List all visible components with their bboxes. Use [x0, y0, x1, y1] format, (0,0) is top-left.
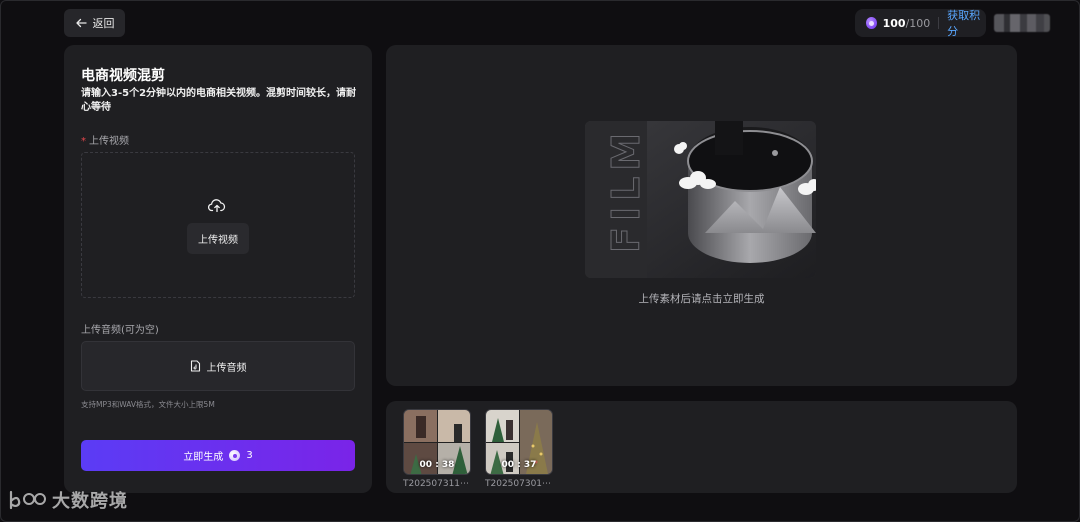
required-mark: *: [81, 136, 86, 147]
video-thumbnail: 00 : 38: [403, 409, 471, 475]
generate-label: 立即生成: [183, 452, 224, 463]
preview-hint: 上传素材后请点击立即生成: [638, 293, 765, 305]
page-title: 电商视频混剪: [81, 68, 165, 84]
video-thumbnail: 00 : 37: [485, 409, 553, 475]
audio-label: 上传音频(可为空): [81, 325, 159, 336]
arrow-left-icon: [75, 18, 87, 28]
video-duration: 00 : 37: [501, 460, 537, 470]
video-label-text: 上传视频: [89, 136, 129, 147]
film-placeholder-image: FILM: [585, 121, 816, 278]
film-art-text: FILM: [604, 127, 648, 253]
history-item[interactable]: 00 : 37 T202507301⋯: [485, 409, 553, 489]
video-dropzone[interactable]: 上传视频: [81, 152, 355, 298]
upload-audio-button[interactable]: 上传音频: [81, 341, 355, 391]
video-label: * 上传视频: [81, 132, 129, 147]
cloud-upload-icon: [208, 199, 226, 212]
back-label: 返回: [92, 17, 115, 30]
history-panel: 00 : 38 T202507311⋯ 00 : 37 T202507301⋯: [386, 401, 1017, 493]
coin-icon: [866, 17, 877, 29]
watermark-text: 大数跨境: [52, 491, 128, 512]
page-description: 请输入3-5个2分钟以内的电商相关视频。混剪时间较长，请耐心等待: [81, 88, 357, 113]
back-button[interactable]: 返回: [64, 9, 125, 37]
audio-format-hint: 支持MP3和WAV格式，文件大小上限5M: [81, 400, 215, 409]
divider: [938, 17, 940, 29]
form-panel: 电商视频混剪 请输入3-5个2分钟以内的电商相关视频。混剪时间较长，请耐心等待 …: [64, 45, 372, 493]
credit-icon: [229, 450, 241, 461]
user-avatar-blurred[interactable]: [994, 14, 1050, 32]
history-item[interactable]: 00 : 38 T202507311⋯: [403, 409, 471, 489]
video-duration: 00 : 38: [419, 460, 455, 470]
get-points-link[interactable]: 获取积分: [947, 7, 986, 39]
watermark: 大数跨境: [8, 487, 128, 513]
generate-cost: 3: [246, 450, 253, 461]
points-max: /100: [905, 16, 931, 30]
video-name: T202507301⋯: [485, 479, 552, 489]
upload-audio-label: 上传音频: [206, 362, 247, 374]
upload-video-button[interactable]: 上传视频: [187, 223, 249, 254]
points-widget: 100/100 获取积分: [855, 7, 986, 39]
audio-file-icon: [190, 360, 200, 372]
preview-panel: FILM 上传素材后请点击立即生成: [386, 45, 1017, 386]
watermark-logo-icon: [9, 490, 46, 510]
points-current: 100: [882, 16, 906, 30]
video-name: T202507311⋯: [403, 479, 470, 489]
generate-button[interactable]: 立即生成 3: [81, 440, 355, 471]
